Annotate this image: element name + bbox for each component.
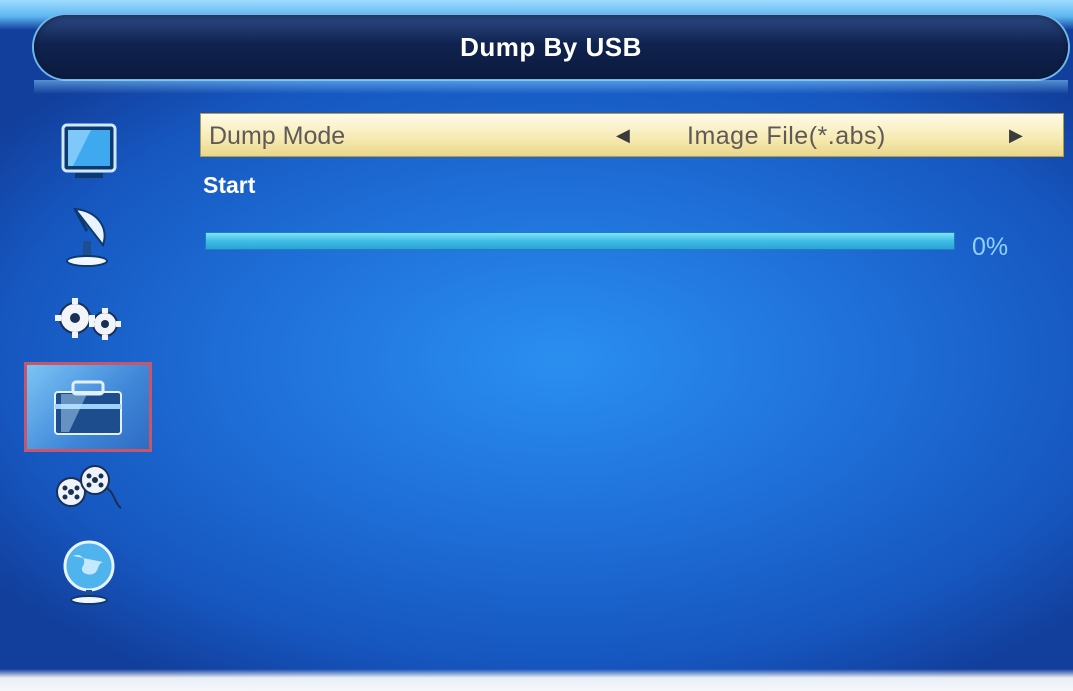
dump-mode-selector[interactable]: Dump Mode ◀ Image File(*.abs) ▶ — [200, 113, 1064, 157]
bottom-edge — [0, 669, 1073, 691]
dump-progress-bar — [205, 232, 955, 250]
title-bar: Dump By USB — [34, 15, 1068, 79]
right-arrow-icon[interactable]: ▶ — [1009, 125, 1023, 146]
satellite-dish-icon — [66, 207, 108, 267]
sidebar-item-installation[interactable] — [30, 194, 148, 278]
settings-screen: Dump By USB Dump Mode ◀ Image File(*.abs… — [0, 0, 1073, 691]
tv-screen-icon — [61, 123, 117, 178]
dump-mode-label: Dump Mode — [209, 122, 346, 150]
sidebar-item-tools[interactable] — [24, 362, 152, 452]
toolbox-icon — [54, 380, 122, 435]
left-arrow-icon[interactable]: ◀ — [616, 125, 630, 146]
dump-progress-percent: 0% — [972, 233, 1009, 261]
page-title: Dump By USB — [460, 31, 642, 62]
sidebar-item-system[interactable] — [30, 278, 148, 362]
sidebar-item-picture[interactable] — [30, 110, 148, 194]
gears-icon — [55, 298, 121, 340]
title-bar-shine — [34, 80, 1068, 94]
sidebar-item-media[interactable] — [30, 446, 148, 530]
globe-icon — [63, 540, 115, 605]
dump-mode-value: Image File(*.abs) — [687, 122, 886, 150]
film-reels-icon — [56, 465, 122, 509]
sidebar-item-network[interactable] — [30, 530, 148, 614]
start-button[interactable]: Start — [203, 172, 255, 199]
sidebar-menu — [20, 110, 160, 630]
